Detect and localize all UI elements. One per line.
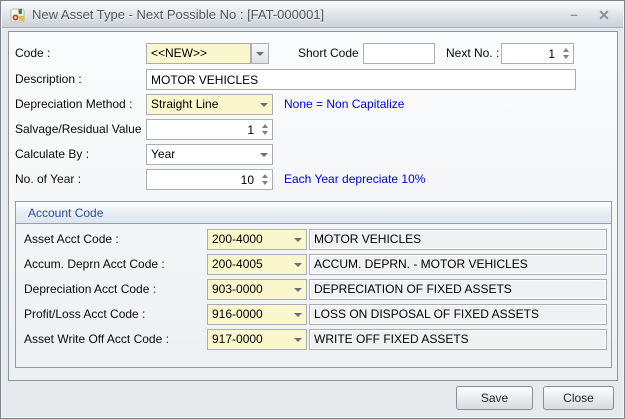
depreciation-acct-description: DEPRECIATION OF FIXED ASSETS xyxy=(309,279,607,300)
spinner-up-icon[interactable] xyxy=(261,124,268,128)
salvage-value-label: Salvage/Residual Value : xyxy=(15,122,149,136)
salvage-value-input[interactable] xyxy=(147,120,272,139)
spinner-up-icon[interactable] xyxy=(562,48,569,52)
depreciation-acct-code-label: Depreciation Acct Code : xyxy=(24,282,157,296)
chevron-down-icon xyxy=(255,95,272,114)
depreciation-method-label: Depreciation Method : xyxy=(15,97,133,111)
short-code-field-wrap xyxy=(363,43,435,64)
asset-write-off-acct-code-value: 917-0000 xyxy=(212,332,263,346)
code-combo-dropdown-button[interactable] xyxy=(251,43,269,64)
form-panel: Code : <<NEW>> Short Code : Next No. : D… xyxy=(8,31,618,381)
title-bar: New Asset Type - Next Possible No : [FAT… xyxy=(2,2,623,28)
asset-acct-code-value: 200-4000 xyxy=(212,232,263,246)
no-of-year-spinner xyxy=(146,169,273,190)
chevron-down-icon xyxy=(255,145,272,164)
close-button[interactable]: Close xyxy=(543,386,614,410)
app-icon xyxy=(10,8,25,23)
salvage-value-spinner xyxy=(146,119,273,140)
calculate-by-combo[interactable]: Year xyxy=(146,144,273,165)
accum-deprn-acct-code-label: Accum. Deprn Acct Code : xyxy=(24,257,165,271)
asset-acct-code-label: Asset Acct Code : xyxy=(24,232,119,246)
depreciation-acct-code-combo[interactable]: 903-0000 xyxy=(207,279,307,300)
depreciation-method-hint: None = Non Capitalize xyxy=(284,97,405,111)
spinner-down-icon[interactable] xyxy=(562,55,569,59)
chevron-down-icon xyxy=(289,330,306,349)
dialog-window: New Asset Type - Next Possible No : [FAT… xyxy=(0,0,625,419)
asset-acct-description: MOTOR VEHICLES xyxy=(309,229,607,250)
short-code-label: Short Code : xyxy=(298,46,366,60)
account-code-header: Account Code xyxy=(16,202,611,224)
spinner-down-icon[interactable] xyxy=(261,131,268,135)
depreciation-method-combo[interactable]: Straight Line xyxy=(146,94,273,115)
code-combo[interactable]: <<NEW>> xyxy=(146,43,251,64)
spinner-down-icon[interactable] xyxy=(261,181,268,185)
profit-loss-acct-code-value: 916-0000 xyxy=(212,307,263,321)
next-no-label: Next No. : xyxy=(446,46,500,60)
accum-deprn-acct-code-value: 200-4005 xyxy=(212,257,263,271)
accum-deprn-acct-description: ACCUM. DEPRN. - MOTOR VEHICLES xyxy=(309,254,607,275)
asset-write-off-acct-code-combo[interactable]: 917-0000 xyxy=(207,329,307,350)
asset-write-off-acct-description: WRITE OFF FIXED ASSETS xyxy=(309,329,607,350)
short-code-input[interactable] xyxy=(364,44,434,63)
chevron-down-icon xyxy=(289,280,306,299)
button-bar: Save Close xyxy=(1,382,624,418)
spinner-up-icon[interactable] xyxy=(261,174,268,178)
code-value: <<NEW>> xyxy=(151,46,208,60)
asset-acct-code-combo[interactable]: 200-4000 xyxy=(207,229,307,250)
profit-loss-acct-code-label: Profit/Loss Acct Code : xyxy=(24,307,146,321)
accum-deprn-acct-code-combo[interactable]: 200-4005 xyxy=(207,254,307,275)
profit-loss-acct-description: LOSS ON DISPOSAL OF FIXED ASSETS xyxy=(309,304,607,325)
no-of-year-hint: Each Year depreciate 10% xyxy=(284,172,426,186)
calculate-by-label: Calculate By : xyxy=(15,147,90,161)
next-no-spinner xyxy=(501,43,574,64)
account-code-groupbox: Account Code Asset Acct Code : 200-4000 … xyxy=(15,201,612,368)
profit-loss-acct-code-combo[interactable]: 916-0000 xyxy=(207,304,307,325)
chevron-down-icon xyxy=(289,305,306,324)
minimize-icon[interactable]: – xyxy=(561,2,587,28)
no-of-year-label: No. of Year : xyxy=(15,172,82,186)
code-label: Code : xyxy=(15,46,51,60)
depreciation-acct-code-value: 903-0000 xyxy=(212,282,263,296)
description-input[interactable] xyxy=(147,70,575,89)
description-field-wrap xyxy=(146,69,576,90)
chevron-down-icon xyxy=(289,230,306,249)
window-title: New Asset Type - Next Possible No : [FAT… xyxy=(32,7,325,22)
description-label: Description : xyxy=(15,72,82,86)
calculate-by-value: Year xyxy=(151,147,176,161)
account-code-title: Account Code xyxy=(28,206,104,220)
asset-write-off-acct-code-label: Asset Write Off Acct Code : xyxy=(24,332,169,346)
close-icon[interactable]: ✕ xyxy=(591,2,617,28)
chevron-down-icon xyxy=(256,51,264,56)
no-of-year-input[interactable] xyxy=(147,170,272,189)
depreciation-method-value: Straight Line xyxy=(151,97,219,111)
save-button[interactable]: Save xyxy=(456,386,533,410)
chevron-down-icon xyxy=(289,255,306,274)
